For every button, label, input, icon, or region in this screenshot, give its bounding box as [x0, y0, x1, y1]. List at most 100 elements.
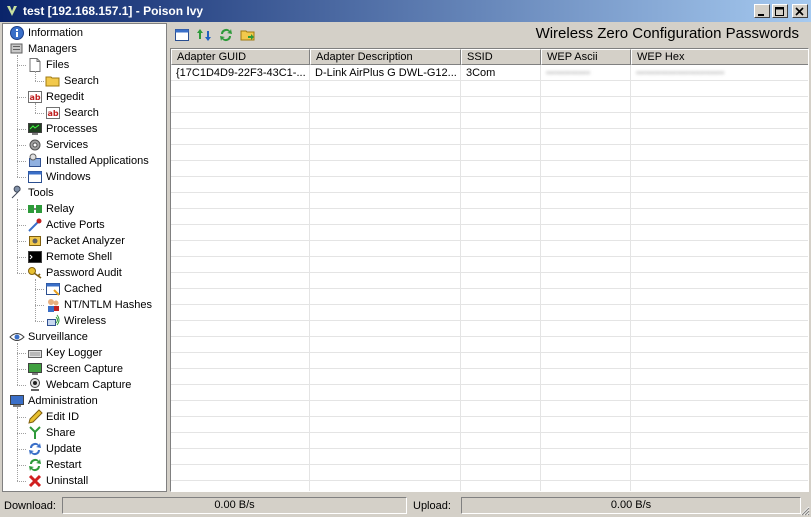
refresh-button[interactable] [216, 25, 236, 45]
tree-item-windows[interactable]: Windows [27, 169, 91, 185]
tree-item-label: Update [46, 443, 82, 455]
share-icon [29, 426, 41, 439]
tree-item-label: Remote Shell [46, 251, 113, 263]
passwords-list[interactable]: Adapter GUID Adapter Description SSID WE… [170, 48, 809, 492]
tree-item-processes[interactable]: Processes [27, 121, 97, 137]
svg-text:ab: ab [30, 93, 41, 102]
tree-connector [17, 55, 18, 177]
tree-item-key-logger[interactable]: Key Logger [27, 345, 102, 361]
tree-connector [17, 343, 18, 385]
minimize-button[interactable] [754, 4, 770, 18]
tree-item-active-ports[interactable]: Active Ports [27, 217, 105, 233]
tree-connector [17, 353, 26, 354]
tree-item-label: Wireless [64, 315, 107, 327]
tree-item-cached[interactable]: Cached [45, 281, 102, 297]
webcam-icon [30, 378, 40, 391]
tree-item-installed-applications[interactable]: Installed Applications [27, 153, 149, 169]
tree-item-edit-id[interactable]: Edit ID [27, 409, 79, 425]
update-icon [29, 443, 41, 455]
tree-connector [35, 321, 44, 322]
tree-item-packet-analyzer[interactable]: Packet Analyzer [27, 233, 125, 249]
tree-item-restart[interactable]: Restart [27, 457, 81, 473]
tree-item-relay[interactable]: Relay [27, 201, 74, 217]
grid-divider [630, 65, 631, 491]
column-adapter-description[interactable]: Adapter Description [310, 49, 461, 65]
folder-search-icon [45, 76, 60, 87]
status-bar: Download: 0.00 B/s Upload: 0.00 B/s [0, 494, 811, 517]
tree-connector [17, 145, 26, 146]
tree-item-files-search[interactable]: Search [45, 73, 99, 89]
tree-item-label: Relay [46, 203, 75, 215]
upload-label: Upload: [413, 499, 451, 512]
info-icon [10, 26, 24, 40]
wireless-icon [47, 314, 60, 326]
restart-icon [29, 459, 41, 471]
tree-item-webcam-capture[interactable]: Webcam Capture [27, 377, 131, 393]
tree-item-label: Webcam Capture [46, 379, 132, 391]
tree-connector [17, 449, 26, 450]
save-button[interactable] [238, 25, 258, 45]
tree-connector [17, 257, 26, 258]
tree-item-surveillance[interactable]: Surveillance [9, 329, 88, 345]
tree-item-password-audit[interactable]: Password Audit [27, 265, 122, 281]
grid-divider [309, 65, 310, 491]
tree-item-update[interactable]: Update [27, 441, 81, 457]
processes-icon [28, 123, 42, 135]
tree-connector [17, 177, 26, 178]
tree-item-remote-shell[interactable]: Remote Shell [27, 249, 112, 265]
tree-item-uninstall[interactable]: Uninstall [27, 473, 88, 489]
tree-item-screen-capture[interactable]: Screen Capture [27, 361, 123, 377]
column-ssid[interactable]: SSID [461, 49, 541, 65]
transfer-arrows-icon [197, 29, 211, 41]
tree-item-files[interactable]: Files [27, 57, 69, 73]
window-icon [175, 29, 189, 41]
tree-item-nt-ntlm-hashes[interactable]: NT/NTLM Hashes [45, 297, 152, 313]
tree-connector [17, 161, 26, 162]
content-panel: Wireless Zero Configuration Passwords Ad… [170, 23, 809, 492]
tree-item-regedit-search[interactable]: ab Search [45, 105, 99, 121]
navigation-tree[interactable]: Information Managers Files Search ab Regedit a… [2, 23, 167, 492]
maximize-button[interactable] [772, 4, 788, 18]
tree-item-label: Packet Analyzer [46, 235, 125, 247]
tree-item-label: Key Logger [46, 347, 103, 359]
tree-item-label: Regedit [46, 91, 84, 103]
list-grid [171, 65, 808, 491]
tree-connector [17, 385, 26, 386]
tree-item-label: Search [64, 107, 99, 119]
transfer-button[interactable] [194, 25, 214, 45]
pencil-icon [28, 409, 43, 424]
tree-item-share[interactable]: Share [27, 425, 75, 441]
tree-item-wireless[interactable]: Wireless [45, 313, 106, 329]
tree-item-label: Screen Capture [46, 363, 124, 375]
tree-item-label: Installed Applications [46, 155, 149, 167]
tree-connector [35, 113, 44, 114]
tree-item-services[interactable]: Services [27, 137, 88, 153]
close-icon [795, 7, 804, 16]
tree-item-label: Surveillance [28, 331, 88, 343]
tree-item-label: Tools [28, 187, 54, 199]
tree-connector [17, 209, 26, 210]
tree-connector [35, 71, 36, 81]
tree-item-label: Managers [28, 43, 77, 55]
installer-icon [29, 153, 41, 167]
tree-connector [17, 241, 26, 242]
tree-connector [17, 369, 26, 370]
tree-item-tools[interactable]: Tools [9, 185, 54, 201]
tree-item-label: Search [64, 75, 99, 87]
tree-item-administration[interactable]: Administration [9, 393, 98, 409]
cell-adapter-guid: {17C1D4D9-22F3-43C1-... [176, 67, 306, 79]
tree-connector [17, 199, 18, 273]
table-row[interactable]: {17C1D4D9-22F3-43C1-... D-Link AirPlus G… [171, 66, 808, 81]
view-button[interactable] [172, 25, 192, 45]
tree-item-label: Restart [46, 459, 82, 471]
tree-item-information[interactable]: Information [9, 25, 83, 41]
column-wep-hex[interactable]: WEP Hex [631, 49, 808, 65]
tree-connector [17, 407, 18, 481]
tree-item-label: Processes [46, 123, 98, 135]
resize-grip-icon[interactable] [798, 504, 810, 516]
tree-item-managers[interactable]: Managers [9, 41, 77, 57]
tree-connector [17, 129, 26, 130]
column-wep-ascii[interactable]: WEP Ascii [541, 49, 631, 65]
column-adapter-guid[interactable]: Adapter GUID [171, 49, 310, 65]
close-button[interactable] [792, 4, 808, 18]
